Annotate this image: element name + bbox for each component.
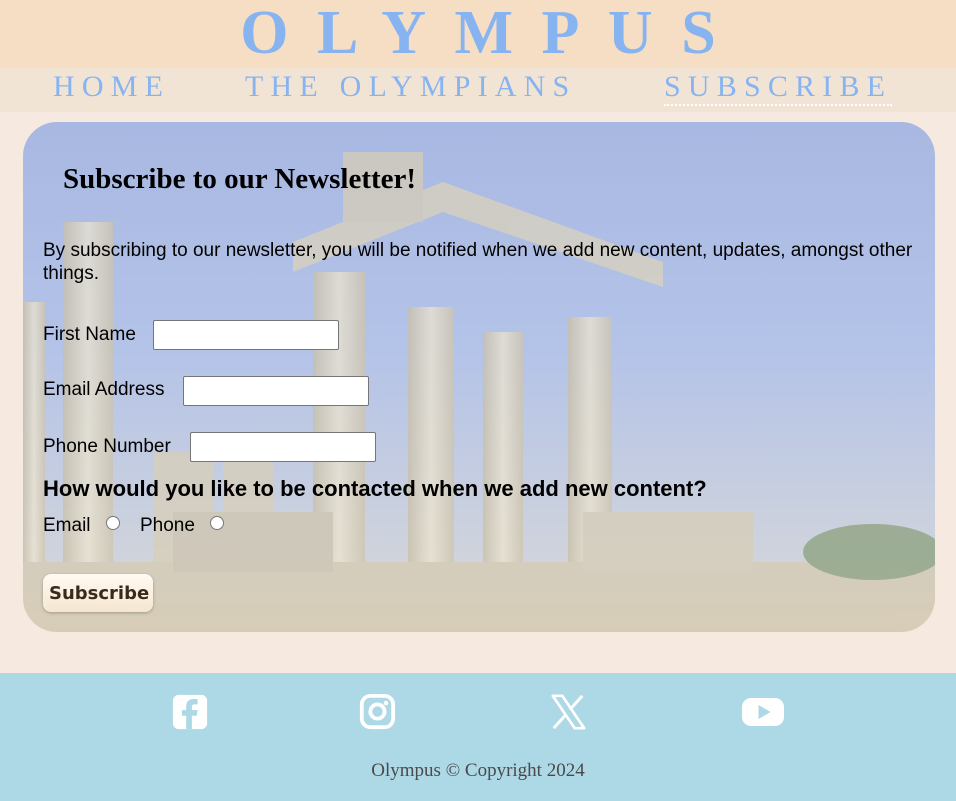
- contact-email-radio[interactable]: [106, 516, 120, 530]
- phone-number-input[interactable]: [190, 432, 376, 462]
- instagram-icon[interactable]: [355, 693, 399, 731]
- first-name-label: First Name: [43, 324, 136, 345]
- phone-number-label: Phone Number: [43, 436, 171, 457]
- contact-phone-radio[interactable]: [210, 516, 224, 530]
- facebook-icon[interactable]: [168, 693, 212, 731]
- site-header: OLYMPUS: [0, 0, 956, 68]
- nav-item-home[interactable]: HOME: [53, 70, 170, 104]
- youtube-icon[interactable]: [741, 693, 785, 731]
- x-icon[interactable]: [546, 693, 590, 731]
- form-intro-text: By subscribing to our newsletter, you wi…: [43, 240, 913, 284]
- site-footer: Olympus © Copyright 2024: [0, 673, 956, 801]
- subscribe-form: Subscribe to our Newsletter! By subscrib…: [23, 122, 935, 632]
- contact-phone-label: Phone: [140, 515, 195, 536]
- subscribe-button[interactable]: Subscribe: [43, 574, 153, 612]
- nav-item-subscribe[interactable]: SUBSCRIBE: [664, 70, 893, 106]
- contact-email-label: Email: [43, 515, 91, 536]
- email-address-input[interactable]: [183, 376, 369, 406]
- contact-method-question: How would you like to be contacted when …: [43, 476, 707, 501]
- copyright-text: Olympus © Copyright 2024: [371, 760, 585, 781]
- nav-item-the-olympians[interactable]: THE OLYMPIANS: [245, 70, 576, 104]
- subscribe-panel: Subscribe to our Newsletter! By subscrib…: [23, 122, 935, 632]
- email-address-label: Email Address: [43, 379, 165, 400]
- site-title: OLYMPUS: [240, 0, 745, 67]
- form-heading: Subscribe to our Newsletter!: [63, 163, 417, 195]
- main-nav: HOME THE OLYMPIANS SUBSCRIBE: [0, 68, 956, 112]
- first-name-input[interactable]: [153, 320, 339, 350]
